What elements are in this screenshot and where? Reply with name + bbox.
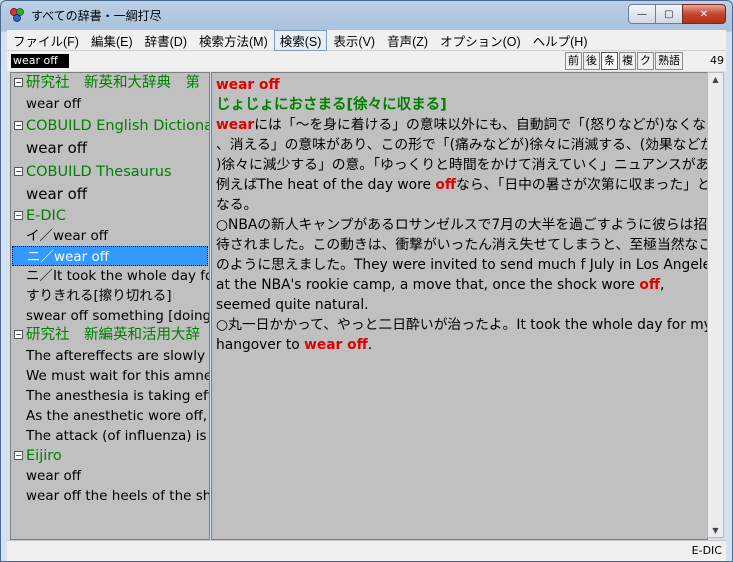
content-line: なる。 <box>216 197 258 213</box>
entry-label: We must wait for this amne <box>26 368 210 384</box>
headword: wear off <box>216 77 280 93</box>
entry-label: The aftereffects are slowly <box>26 348 205 364</box>
suffix-search-button[interactable]: 後 <box>583 52 600 70</box>
tree-entry-selected[interactable]: ニ／wear off <box>11 246 209 266</box>
collapse-icon[interactable]: − <box>14 211 23 220</box>
collapse-icon[interactable]: − <box>14 451 23 460</box>
entry-label: wear off the heels of the sh <box>26 488 210 504</box>
entry-label: wear off <box>26 468 82 484</box>
scroll-up-icon[interactable]: ▲ <box>710 75 721 84</box>
entry-label: すりきれる[擦り切れる] <box>26 288 172 304</box>
entry-label: The attack (of influenza) is <box>26 428 207 444</box>
menu-audio[interactable]: 音声(Z) <box>381 30 434 51</box>
title-bar[interactable]: すべての辞書・一綱打尽 — ▢ ✕ <box>1 1 732 29</box>
entry-label: swear off something [doing] <box>26 308 210 324</box>
idiom-search-button[interactable]: 熟語 <box>655 52 683 70</box>
content-line: at the NBA's rookie camp, a move that, o… <box>216 275 704 295</box>
menu-search-method[interactable]: 検索方法(M) <box>193 30 274 51</box>
dict-name: E-DIC <box>26 208 66 224</box>
status-dictionary: E-DIC <box>691 544 722 557</box>
entry-label: ニ／wear off <box>12 246 208 266</box>
dict-name: COBUILD Thesaurus <box>26 164 172 180</box>
dictionary-tree[interactable]: − 研究社 新英和大辞典 第 wear off − COBUILD Englis… <box>10 72 210 540</box>
dict-name: 研究社 新編英和活用大辞 <box>26 327 200 343</box>
scroll-down-icon[interactable]: ▼ <box>710 526 721 535</box>
search-input[interactable]: wear off <box>11 54 69 68</box>
menu-options[interactable]: オプション(O) <box>434 30 527 51</box>
collapse-icon[interactable]: − <box>14 121 23 130</box>
content-line: ○丸一日かかって、やっと二日酔いが治ったよ。It took the whole … <box>216 317 708 333</box>
content-line: 待されました。この動きは、衝撃がいったん消え失せてしまうと、至極当然なこと <box>216 237 708 253</box>
entry-text: wear off じょじょにおさまる[徐々に収まる] wearには「～を身に着け… <box>216 75 708 355</box>
content-line: wearには「～を身に着ける」の意味以外にも、自動詞で「(怒りなどが)なくなる <box>216 115 707 135</box>
entry-label: イ／wear off <box>26 228 109 244</box>
entry-label: As the anesthetic wore off, <box>26 408 208 424</box>
entry-content-pane[interactable]: wear off じょじょにおさまる[徐々に収まる] wearには「～を身に着け… <box>211 72 708 540</box>
status-bar: E-DIC <box>7 540 726 561</box>
highlight: off <box>435 177 457 193</box>
window-title: すべての辞書・一綱打尽 <box>31 9 162 23</box>
entry-label: wear off <box>26 185 88 203</box>
window-controls: — ▢ ✕ <box>628 4 726 24</box>
minimize-button[interactable]: — <box>628 4 656 24</box>
menu-edit[interactable]: 編集(E) <box>85 30 139 51</box>
content-line: seemed quite natural. <box>216 297 369 313</box>
content-line: じょじょにおさまる[徐々に収まる] <box>216 95 704 115</box>
collapse-icon[interactable]: − <box>14 78 23 87</box>
content-scrollbar[interactable]: ▲ ▼ <box>707 72 724 538</box>
entry-label: wear off <box>26 96 82 112</box>
maximize-button[interactable]: ▢ <box>655 4 683 24</box>
dict-name: COBUILD English Dictiona <box>26 118 210 134</box>
highlight: wear off <box>304 337 368 353</box>
app-window: すべての辞書・一綱打尽 — ▢ ✕ ファイル(F) 編集(E) 辞書(D) 検索… <box>0 0 733 562</box>
result-count: 49 <box>710 54 724 67</box>
reading: じょじょにおさまる[徐々に収まる] <box>216 97 447 113</box>
cross-search-button[interactable]: ク <box>637 52 654 70</box>
collapse-icon[interactable]: − <box>14 330 23 339</box>
close-button[interactable]: ✕ <box>682 4 726 24</box>
search-mode-buttons: 前 後 条 複 ク 熟語 <box>565 52 684 70</box>
prefix-search-button[interactable]: 前 <box>565 52 582 70</box>
menu-help[interactable]: ヘルプ(H) <box>527 30 594 51</box>
text-span: . <box>367 337 373 353</box>
dict-name: Eijiro <box>26 448 62 464</box>
text-span: なら、「日中の暑さが次第に収まった」と <box>456 177 708 193</box>
condition-search-button[interactable]: 条 <box>601 52 618 70</box>
content-line: ○NBAの新人キャンプがあるロサンゼルスで7月の大半を過ごすように彼らは招 <box>216 217 708 233</box>
highlight: off <box>639 277 661 293</box>
highlight: wear <box>216 117 255 133</box>
content-line: )徐々に減少する」の意。「ゆっくりと時間をかけて消えていく」ニュアンスがあり、 <box>216 157 708 173</box>
text-span: には「～を身に着ける」の意味以外にも、自動詞で「(怒りなどが)なくなる <box>254 117 708 133</box>
content-line: のように思えました。They were invited to send much… <box>216 257 708 273</box>
text-span: 例えばThe heat of the day wore <box>216 177 436 193</box>
menu-file[interactable]: ファイル(F) <box>7 30 85 51</box>
collapse-icon[interactable]: − <box>14 167 23 176</box>
menu-view[interactable]: 表示(V) <box>327 30 381 51</box>
app-icon <box>10 8 24 22</box>
entry-label: ニ／It took the whole day fo <box>26 268 210 284</box>
menu-dictionary[interactable]: 辞書(D) <box>139 30 193 51</box>
content-line: 、消える」の意味があり、この形で「(痛みなどが)徐々に消滅する、(効果などが <box>216 137 708 153</box>
compound-search-button[interactable]: 複 <box>619 52 636 70</box>
text-span: , <box>660 277 665 293</box>
content-line: 例えばThe heat of the day wore offなら、「日中の暑さ… <box>216 175 707 195</box>
entry-label: The anesthesia is taking eff <box>26 388 210 404</box>
content-line: wear off <box>216 75 704 95</box>
text-span: at the NBA's rookie camp, a move that, o… <box>216 277 640 293</box>
content-line: hangover to wear off. <box>216 335 704 355</box>
dict-name: 研究社 新英和大辞典 第 <box>26 75 200 91</box>
text-span: hangover to <box>216 337 305 353</box>
menu-search[interactable]: 検索(S) <box>273 29 328 51</box>
entry-label: wear off <box>26 139 88 157</box>
search-toolbar: wear off 前 後 条 複 ク 熟語 49 <box>7 51 726 71</box>
menu-bar: ファイル(F) 編集(E) 辞書(D) 検索方法(M) 検索(S) 表示(V) … <box>7 29 726 51</box>
